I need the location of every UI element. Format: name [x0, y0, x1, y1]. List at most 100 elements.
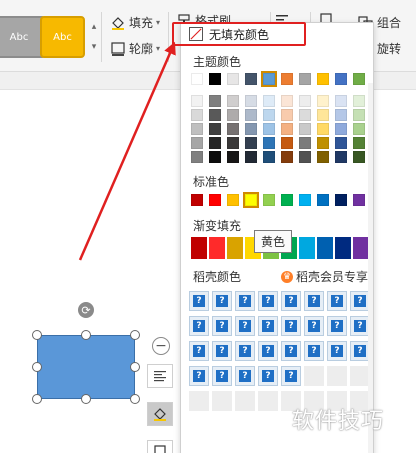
color-swatch[interactable]: [191, 109, 203, 121]
premium-color-tile[interactable]: ?: [281, 316, 301, 336]
color-swatch[interactable]: [191, 194, 203, 206]
resize-handle[interactable]: [32, 330, 42, 340]
color-swatch[interactable]: [191, 123, 203, 135]
style-gallery-more-button[interactable]: ▴ ▾: [90, 22, 98, 52]
color-swatch[interactable]: [263, 151, 275, 163]
resize-handle[interactable]: [81, 394, 91, 404]
color-swatch[interactable]: [281, 151, 293, 163]
resize-handle[interactable]: [81, 330, 91, 340]
color-swatch[interactable]: [317, 95, 329, 107]
color-swatch[interactable]: [353, 194, 365, 206]
color-swatch[interactable]: [245, 151, 257, 163]
premium-color-tile[interactable]: ?: [212, 291, 232, 311]
collapse-minus-icon[interactable]: −: [152, 337, 170, 355]
color-swatch[interactable]: [209, 137, 221, 149]
gradient-swatch[interactable]: [299, 237, 315, 259]
color-swatch[interactable]: [261, 71, 277, 87]
color-swatch[interactable]: [317, 109, 329, 121]
color-swatch[interactable]: [299, 109, 311, 121]
color-swatch[interactable]: [335, 95, 347, 107]
color-swatch[interactable]: [335, 137, 347, 149]
color-swatch[interactable]: [227, 151, 239, 163]
color-swatch[interactable]: [227, 194, 239, 206]
color-swatch[interactable]: [245, 95, 257, 107]
premium-color-tile[interactable]: ?: [304, 291, 324, 311]
fill-button[interactable]: 填充 ▾: [110, 14, 160, 31]
color-swatch[interactable]: [227, 109, 239, 121]
premium-color-tile[interactable]: ?: [350, 291, 370, 311]
gradient-swatch[interactable]: [353, 237, 369, 259]
empty-color-tile[interactable]: [350, 366, 370, 386]
color-swatch[interactable]: [209, 95, 221, 107]
premium-color-tile[interactable]: ?: [304, 316, 324, 336]
premium-color-tile[interactable]: ?: [189, 341, 209, 361]
color-swatch[interactable]: [353, 109, 365, 121]
color-swatch[interactable]: [263, 123, 275, 135]
color-swatch[interactable]: [281, 194, 293, 206]
color-swatch[interactable]: [263, 194, 275, 206]
premium-color-tile[interactable]: ?: [304, 341, 324, 361]
empty-color-tile[interactable]: [235, 391, 255, 411]
color-swatch[interactable]: [281, 109, 293, 121]
color-swatch[interactable]: [191, 95, 203, 107]
color-swatch[interactable]: [209, 194, 221, 206]
color-swatch[interactable]: [281, 73, 293, 85]
color-swatch[interactable]: [245, 137, 257, 149]
color-swatch[interactable]: [353, 73, 365, 85]
resize-handle[interactable]: [32, 394, 42, 404]
resize-handle[interactable]: [130, 362, 140, 372]
empty-color-tile[interactable]: [304, 366, 324, 386]
resize-handle[interactable]: [130, 394, 140, 404]
shape-outline-side-button[interactable]: [147, 440, 173, 453]
color-swatch[interactable]: [209, 151, 221, 163]
color-swatch[interactable]: [299, 73, 311, 85]
shape-fill-side-button[interactable]: [147, 402, 173, 426]
gradient-swatch[interactable]: [317, 237, 333, 259]
color-swatch[interactable]: [353, 137, 365, 149]
premium-color-tile[interactable]: ?: [327, 341, 347, 361]
rotate-handle-icon[interactable]: ⟳: [78, 302, 94, 318]
color-swatch[interactable]: [335, 73, 347, 85]
color-swatch[interactable]: [353, 123, 365, 135]
color-swatch[interactable]: [245, 73, 257, 85]
color-swatch[interactable]: [317, 137, 329, 149]
color-swatch[interactable]: [353, 151, 365, 163]
premium-color-tile[interactable]: ?: [235, 366, 255, 386]
color-swatch[interactable]: [353, 95, 365, 107]
premium-color-tile[interactable]: ?: [350, 316, 370, 336]
color-swatch[interactable]: [227, 73, 239, 85]
color-swatch[interactable]: [335, 194, 347, 206]
premium-color-tile[interactable]: ?: [212, 341, 232, 361]
premium-color-tile[interactable]: ?: [281, 341, 301, 361]
premium-color-tile[interactable]: ?: [212, 316, 232, 336]
selected-rectangle-shape[interactable]: [37, 335, 135, 399]
color-swatch[interactable]: [245, 109, 257, 121]
color-swatch[interactable]: [335, 123, 347, 135]
premium-color-tile[interactable]: ?: [258, 316, 278, 336]
color-swatch[interactable]: [263, 109, 275, 121]
empty-color-tile[interactable]: [189, 391, 209, 411]
color-swatch[interactable]: [317, 151, 329, 163]
color-swatch[interactable]: [317, 194, 329, 206]
color-swatch[interactable]: [263, 95, 275, 107]
color-swatch[interactable]: [243, 192, 259, 208]
gradient-swatch[interactable]: [335, 237, 351, 259]
color-swatch[interactable]: [281, 123, 293, 135]
color-swatch[interactable]: [209, 73, 221, 85]
premium-color-tile[interactable]: ?: [258, 366, 278, 386]
premium-color-tile[interactable]: ?: [327, 291, 347, 311]
color-swatch[interactable]: [191, 151, 203, 163]
empty-color-tile[interactable]: [327, 366, 347, 386]
premium-color-tile[interactable]: ?: [258, 291, 278, 311]
gradient-swatch[interactable]: [191, 237, 207, 259]
empty-color-tile[interactable]: [212, 391, 232, 411]
premium-color-tile[interactable]: ?: [281, 291, 301, 311]
premium-color-tile[interactable]: ?: [235, 316, 255, 336]
premium-color-tile[interactable]: ?: [327, 316, 347, 336]
premium-color-tile[interactable]: ?: [189, 291, 209, 311]
premium-color-tile[interactable]: ?: [189, 316, 209, 336]
docer-vip-link[interactable]: ♛ 稻壳会员专享: [281, 268, 368, 285]
color-swatch[interactable]: [281, 95, 293, 107]
color-swatch[interactable]: [281, 137, 293, 149]
dropdown-scrollbar[interactable]: [368, 83, 373, 453]
